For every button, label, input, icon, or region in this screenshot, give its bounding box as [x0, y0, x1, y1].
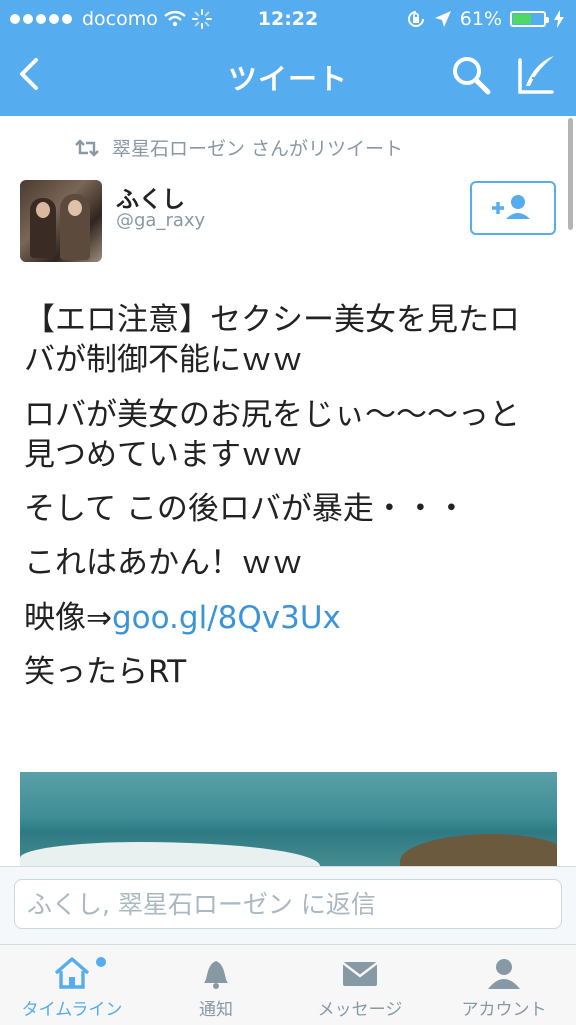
new-items-indicator	[96, 957, 106, 967]
reply-bar	[0, 866, 576, 945]
avatar[interactable]	[20, 180, 102, 262]
tweet-line: これはあかん！ｗｗ	[24, 545, 303, 582]
envelope-icon	[342, 962, 378, 986]
home-icon	[54, 957, 90, 989]
person-icon	[488, 959, 520, 989]
tab-bar: タイムライン 通知 メッセージ アカウント	[0, 944, 576, 1025]
search-icon[interactable]	[450, 54, 492, 96]
retweet-context: 翠星石ローゼン さんがリツイート	[74, 134, 403, 161]
tweet-media-image[interactable]	[20, 772, 557, 872]
retweeted-by-label: 翠星石ローゼン さんがリツイート	[112, 138, 404, 160]
retweet-icon	[75, 138, 99, 157]
status-bar: docomo 12:22 61%	[0, 0, 576, 38]
add-user-icon	[492, 195, 530, 219]
author-name[interactable]: ふくし	[116, 180, 185, 214]
tweet-text: 【エロ注意】セクシー美女を見たロバが制御不能にｗｗ ロバが美女のお尻をじぃ〜〜〜…	[24, 300, 544, 706]
battery-level-fill	[513, 14, 532, 24]
tweet-line: 笑ったらRT	[24, 654, 187, 691]
tab-notifications[interactable]: 通知	[144, 945, 288, 1025]
scrollbar[interactable]	[568, 118, 573, 230]
compose-tweet-icon[interactable]	[514, 52, 558, 96]
location-arrow-icon	[434, 11, 451, 27]
follow-button[interactable]	[470, 181, 556, 235]
tab-messages[interactable]: メッセージ	[288, 945, 432, 1025]
tab-label: タイムライン	[21, 1000, 123, 1020]
nav-bar: ツイート	[0, 38, 576, 116]
tweet-video-line: 映像⇒goo.gl/8Qv3Ux	[24, 598, 544, 638]
status-right-group: 61%	[406, 8, 564, 30]
rotation-lock-icon	[407, 11, 424, 27]
reply-input[interactable]	[14, 879, 562, 929]
tweet-line: そして この後ロバが暴走・・・	[24, 491, 467, 528]
tweet-line: ロバが美女のお尻をじぃ〜〜〜っと見つめていますｗｗ	[24, 396, 520, 473]
tab-account[interactable]: アカウント	[432, 945, 576, 1025]
tweet-line: 【エロ注意】セクシー美女を見たロバが制御不能にｗｗ	[24, 302, 520, 379]
battery-percent: 61%	[459, 8, 502, 30]
author-handle[interactable]: @ga_raxy	[116, 210, 205, 231]
tab-label: メッセージ	[317, 1000, 403, 1020]
tab-label: 通知	[199, 1000, 233, 1020]
tab-label: アカウント	[461, 1000, 547, 1020]
battery-icon	[510, 11, 549, 27]
video-prefix: 映像⇒	[24, 599, 112, 636]
tab-timeline[interactable]: タイムライン	[0, 945, 144, 1025]
bell-icon	[204, 961, 228, 989]
charging-bolt-icon	[554, 10, 564, 28]
tweet-link[interactable]: goo.gl/8Qv3Ux	[112, 600, 341, 636]
